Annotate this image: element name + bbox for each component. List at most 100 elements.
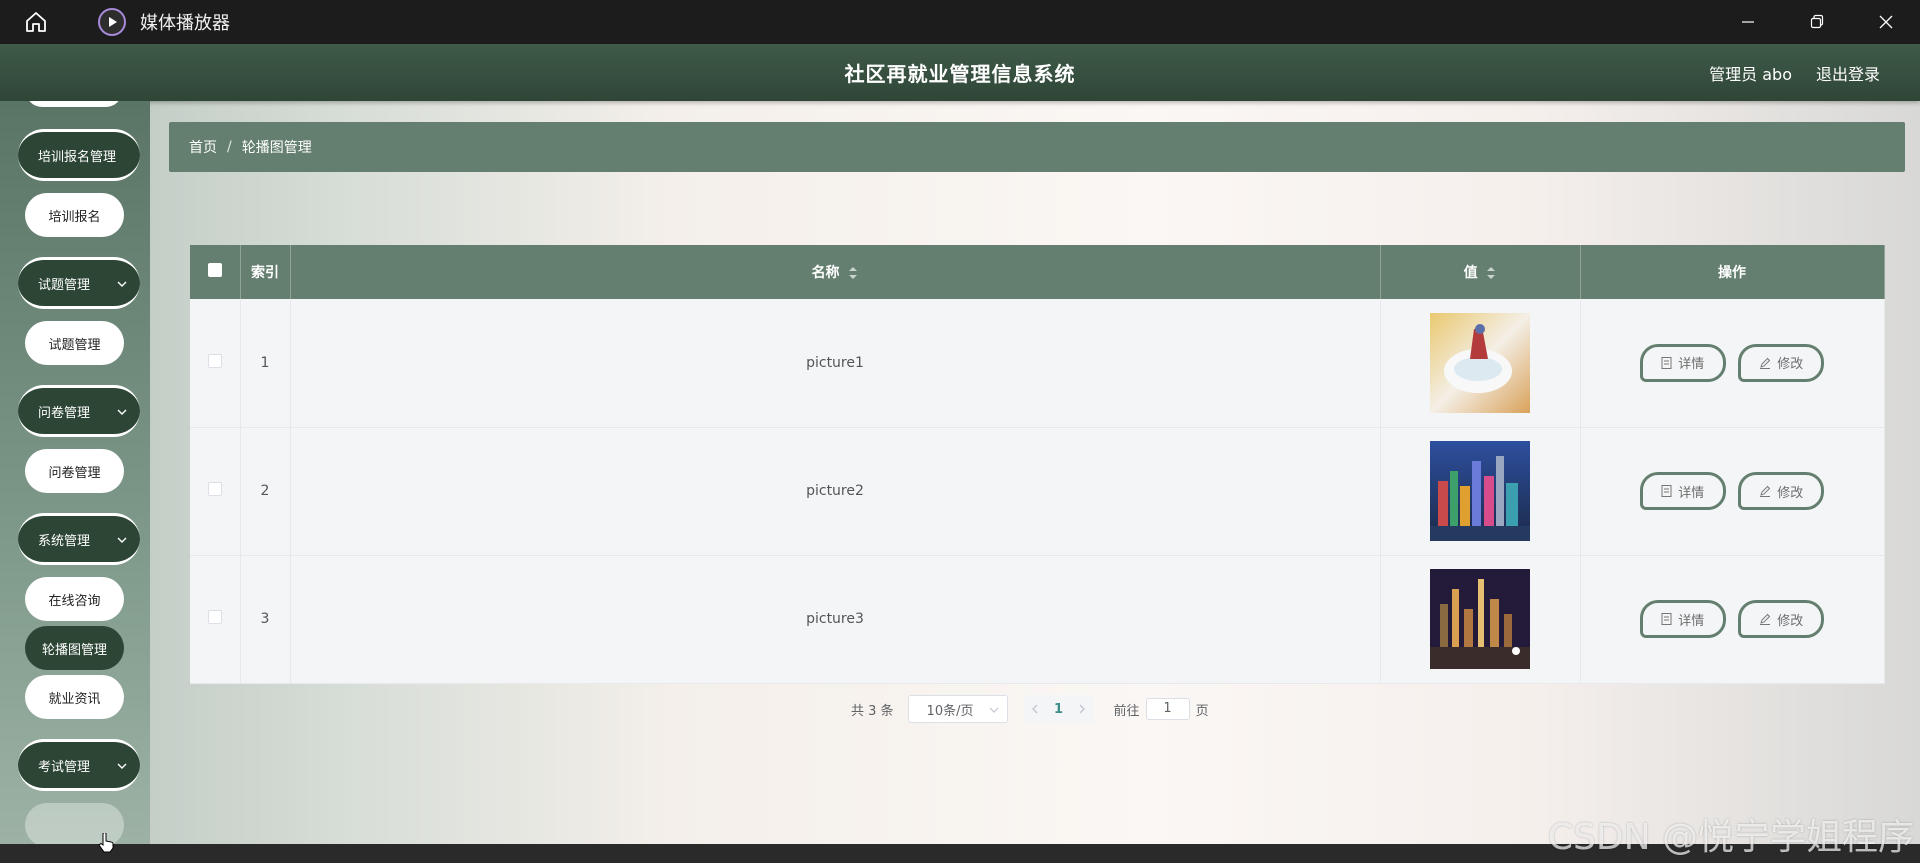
window-controls (1713, 0, 1920, 44)
menu-item-label: 试题管理 (48, 337, 101, 353)
minimize-icon (1741, 21, 1754, 23)
edit-label: 修改 (1777, 485, 1804, 501)
chevron-down-icon (117, 409, 127, 415)
edit-icon (1760, 357, 1771, 369)
select-all-checkbox[interactable] (207, 263, 222, 277)
row-actions: 详情 修改 (1580, 299, 1885, 428)
menu-item-label: 轮播图管理 (41, 642, 107, 658)
detail-label: 详情 (1678, 613, 1705, 629)
breadcrumb-separator: / (227, 139, 232, 155)
menu-group-label: 问卷管理 (38, 405, 91, 421)
carousel-thumbnail[interactable] (1430, 569, 1530, 669)
row-actions: 详情 修改 (1580, 427, 1885, 556)
app-window: 社区再就业管理信息系统 管理员 abo 退出登录 培训报名管理 培训报名 试题管… (0, 44, 1920, 844)
document-icon (1661, 485, 1672, 497)
sort-icon[interactable] (848, 266, 858, 280)
row-checkbox[interactable] (207, 610, 222, 624)
edit-icon (1760, 613, 1771, 625)
document-icon (1661, 356, 1672, 369)
chevron-down-icon (117, 537, 127, 543)
row-value (1380, 555, 1581, 684)
header-right: 管理员 abo 退出登录 (1709, 44, 1880, 101)
menu-item-label: 培训报名 (48, 209, 101, 225)
menu-group-label: 试题管理 (38, 277, 91, 293)
menu-item-online-consult[interactable]: 在线咨询 (25, 577, 124, 621)
menu-group-survey[interactable]: 问卷管理 (18, 385, 140, 437)
row-index: 1 (240, 299, 291, 428)
header-actions: 操作 (1580, 245, 1885, 299)
menu-item-label: 问卷管理 (48, 465, 101, 481)
header-name[interactable]: 名称 (290, 245, 1381, 299)
detail-button[interactable]: 详情 (1639, 343, 1726, 382)
menu-item-label: 在线咨询 (48, 593, 101, 609)
row-name: picture3 (290, 555, 1381, 684)
menu-group-label: 考试管理 (38, 759, 91, 775)
edit-button[interactable]: 修改 (1738, 472, 1825, 510)
detail-label: 详情 (1678, 485, 1705, 501)
close-button[interactable] (1851, 0, 1920, 44)
row-checkbox[interactable] (207, 482, 222, 496)
detail-button[interactable]: 详情 (1639, 472, 1726, 510)
media-player-icon (98, 8, 126, 36)
edit-icon (1760, 485, 1771, 497)
edit-label: 修改 (1777, 357, 1804, 373)
carousel-table: 索引 名称 值 操作 1 picture1 详情 修改 2 picture2 详… (190, 245, 1885, 684)
row-select-cell (190, 299, 241, 428)
table-header-row: 索引 名称 值 操作 (190, 245, 1885, 299)
page-size-value: 10条/页 (926, 703, 974, 719)
menu-item-partial[interactable] (26, 101, 122, 107)
menu-item-job-news[interactable]: 就业资讯 (25, 675, 124, 719)
edit-label: 修改 (1777, 613, 1804, 629)
breadcrumb-home[interactable]: 首页 (189, 137, 217, 157)
goto-prefix: 前往 (1113, 703, 1140, 719)
minimize-button[interactable] (1713, 0, 1782, 44)
table-row: 2 picture2 详情 修改 (190, 427, 1885, 556)
chevron-left-icon[interactable] (1031, 704, 1039, 714)
menu-group-label: 系统管理 (38, 533, 91, 549)
menu-group-training[interactable]: 培训报名管理 (18, 129, 140, 181)
header-value[interactable]: 值 (1380, 245, 1581, 299)
menu-item-questions[interactable]: 试题管理 (25, 321, 124, 365)
restore-button[interactable] (1782, 0, 1851, 44)
logout-link[interactable]: 退出登录 (1816, 61, 1880, 85)
row-name: picture1 (290, 299, 1381, 428)
app-header: 社区再就业管理信息系统 管理员 abo 退出登录 (0, 44, 1920, 101)
goto-page-input[interactable]: 1 (1145, 698, 1190, 720)
carousel-thumbnail[interactable] (1430, 312, 1530, 413)
table-row: 1 picture1 详情 修改 (190, 299, 1885, 428)
menu-group-system[interactable]: 系统管理 (18, 513, 140, 565)
page-size-select[interactable]: 10条/页 (907, 695, 1008, 723)
menu-item-survey[interactable]: 问卷管理 (25, 449, 124, 493)
menu-group-exam[interactable]: 考试管理 (18, 739, 140, 791)
menu-item-carousel[interactable]: 轮播图管理 (25, 626, 124, 670)
table-row: 3 picture3 详情 修改 (190, 555, 1885, 684)
row-actions: 详情 修改 (1580, 555, 1885, 684)
row-checkbox[interactable] (207, 353, 222, 368)
sidebar: 培训报名管理 培训报名 试题管理 试题管理 问卷管理 问卷管理 系统管理 在线咨… (0, 101, 150, 844)
pagination-total: 共 3 条 (851, 703, 894, 719)
page-number-current[interactable]: 1 (1054, 702, 1063, 717)
restore-icon (1810, 14, 1823, 29)
home-icon[interactable] (16, 2, 56, 42)
hand-cursor-icon (98, 833, 114, 853)
breadcrumb: 首页 / 轮播图管理 (169, 122, 1905, 172)
row-select-cell (190, 555, 241, 684)
window-title: 媒体播放器 (140, 13, 230, 34)
edit-button[interactable]: 修改 (1738, 600, 1825, 638)
window-titlebar: 媒体播放器 (0, 0, 1920, 44)
sort-icon[interactable] (1486, 266, 1496, 280)
chevron-down-icon (989, 707, 998, 713)
menu-item-training-signup[interactable]: 培训报名 (25, 193, 124, 237)
watermark: CSDN @悦宁学姐程序 (1547, 817, 1914, 858)
carousel-thumbnail[interactable] (1430, 441, 1530, 541)
document-icon (1661, 613, 1672, 625)
edit-button[interactable]: 修改 (1738, 343, 1825, 382)
detail-button[interactable]: 详情 (1639, 600, 1726, 638)
chevron-right-icon[interactable] (1078, 704, 1086, 714)
chevron-down-icon (117, 281, 127, 287)
header-index: 索引 (240, 245, 291, 299)
chevron-down-icon (117, 763, 127, 769)
menu-group-questions[interactable]: 试题管理 (18, 257, 140, 309)
user-name: 管理员 abo (1709, 64, 1792, 84)
page-nav: 1 (1023, 695, 1094, 723)
